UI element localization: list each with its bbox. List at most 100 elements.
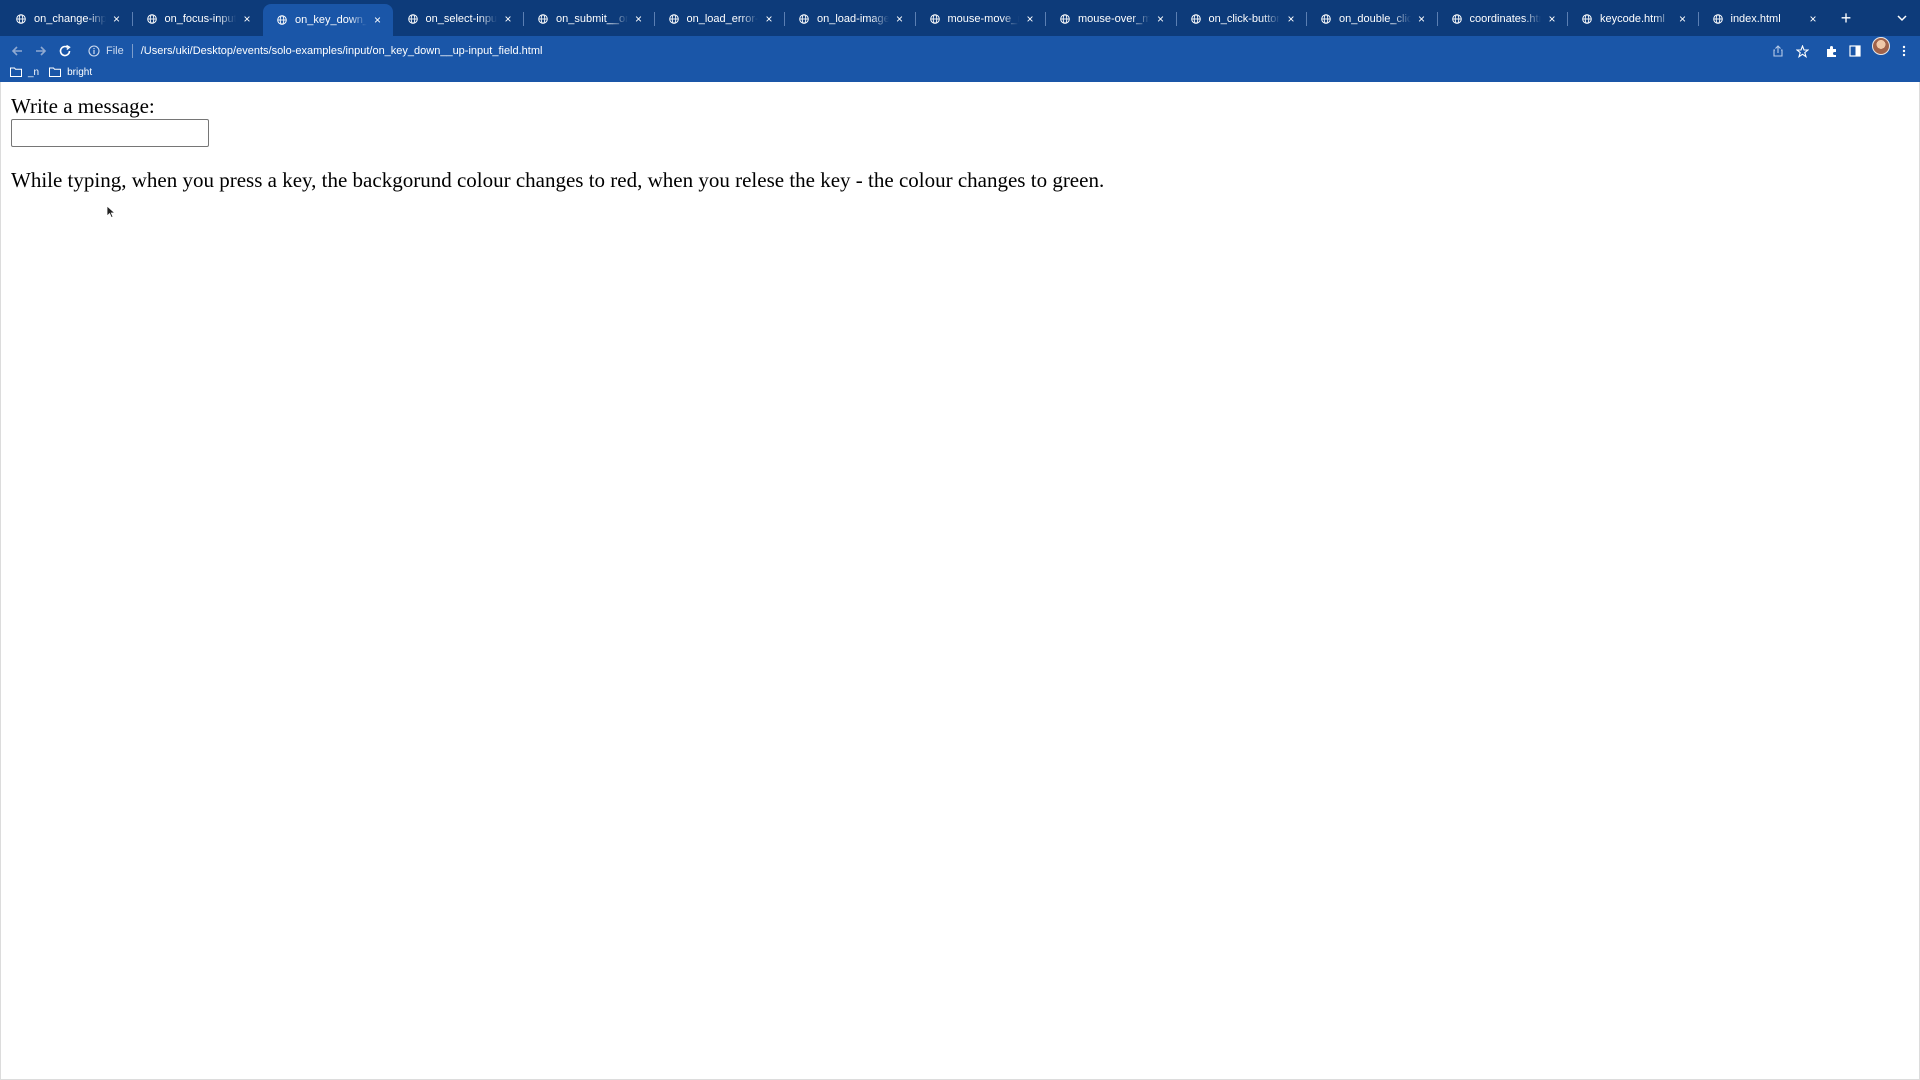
- tab-label: keycode.html: [1600, 13, 1665, 25]
- bookmark-star-button[interactable]: [1790, 38, 1814, 64]
- url-text[interactable]: /Users/uki/Desktop/events/solo-examples/…: [141, 45, 543, 57]
- tab-search-button[interactable]: [1892, 8, 1912, 28]
- close-tab-icon[interactable]: ×: [110, 12, 124, 26]
- close-tab-icon[interactable]: ×: [240, 12, 254, 26]
- tab-separator: [523, 12, 524, 26]
- browser-tab[interactable]: on_submit__on_reset.html ×: [524, 6, 654, 32]
- tab-label: on_double_click-button.html: [1339, 13, 1411, 25]
- tab-separator: [914, 12, 916, 26]
- reload-icon: [59, 44, 71, 57]
- globe-icon: [407, 14, 418, 24]
- back-arrow-icon: [11, 46, 22, 56]
- bookmarks-bar: _n bright: [0, 62, 1920, 82]
- globe-icon: [146, 14, 157, 24]
- globe-icon: [16, 14, 26, 24]
- share-icon: [1773, 45, 1783, 57]
- tab-label: mouse-over_mouse.html: [1078, 13, 1150, 25]
- tab-separator: [1697, 12, 1699, 26]
- browser-tab[interactable]: on_key_down__up-input_field.html ×: [263, 4, 393, 36]
- browser-tab[interactable]: index.html ×: [1699, 6, 1829, 32]
- back-button[interactable]: [4, 38, 30, 64]
- globe-icon: [1321, 14, 1331, 24]
- globe-icon: [1712, 14, 1723, 24]
- tab-separator: [1175, 12, 1177, 26]
- folder-icon: [49, 67, 62, 77]
- tab-label: on_select-input_field.html: [425, 13, 498, 25]
- info-icon[interactable]: [88, 44, 102, 58]
- page-viewport: Write a message: While typing, when you …: [0, 82, 1920, 1080]
- browser-tab[interactable]: on_load-image.html ×: [785, 6, 915, 32]
- browser-tab[interactable]: on_select-input_field.html×: [394, 6, 524, 32]
- tab-label: on_submit__on_reset.html: [556, 13, 628, 25]
- tab-label: on_focus-input_field.html: [164, 13, 237, 25]
- new-tab-button[interactable]: +: [1836, 8, 1856, 28]
- folder-icon: [10, 67, 22, 77]
- side-panel-icon: [1849, 45, 1861, 57]
- globe-icon: [799, 14, 809, 24]
- tab-separator: [131, 12, 133, 26]
- forward-button[interactable]: [28, 38, 54, 64]
- address-bar[interactable]: File /Users/uki/Desktop/events/solo-exam…: [82, 38, 1779, 64]
- close-tab-icon[interactable]: ×: [1415, 12, 1429, 26]
- browser-tab[interactable]: on_change-input_field.html ×: [2, 6, 132, 32]
- browser-tab[interactable]: mouse-over_mouse.html ×: [1046, 6, 1176, 32]
- tab-label: on_load_error-image.html: [686, 13, 759, 25]
- globe-icon: [1582, 14, 1592, 24]
- bookmark-folder-n[interactable]: _n: [10, 67, 39, 78]
- globe-icon: [1190, 14, 1201, 24]
- globe-icon: [668, 14, 679, 24]
- chevron-down-icon: [1897, 15, 1907, 22]
- menu-button[interactable]: [1892, 38, 1916, 64]
- message-label: Write a message:: [11, 94, 155, 118]
- extensions-button[interactable]: [1819, 38, 1843, 64]
- kebab-menu-icon: [1902, 45, 1906, 57]
- browser-tab[interactable]: on_focus-input_field.html×: [133, 6, 263, 32]
- browser-tab[interactable]: on_load_error-image.html×: [655, 6, 785, 32]
- close-tab-icon[interactable]: ×: [1284, 12, 1298, 26]
- message-input[interactable]: [11, 119, 209, 147]
- tab-label: index.html: [1730, 13, 1781, 25]
- close-tab-icon[interactable]: ×: [893, 12, 907, 26]
- tab-label: on_change-input_field.html: [34, 13, 106, 25]
- bookmark-label: _n: [28, 66, 40, 78]
- tab-separator: [1306, 12, 1307, 26]
- instructions-text: While typing, when you press a key, the …: [11, 168, 1105, 192]
- globe-icon: [277, 15, 287, 25]
- tab-separator: [1045, 12, 1046, 26]
- close-tab-icon[interactable]: ×: [1806, 12, 1820, 26]
- tab-label: mouse-move_mouse.html: [947, 13, 1020, 25]
- close-tab-icon[interactable]: ×: [501, 12, 515, 26]
- side-panel-button[interactable]: [1843, 38, 1867, 64]
- share-button[interactable]: [1766, 38, 1790, 64]
- forward-arrow-icon: [36, 46, 47, 56]
- tab-strip: on_change-input_field.html×on_focus-inpu…: [0, 0, 1920, 36]
- browser-tab[interactable]: on_double_click-button.html ×: [1307, 6, 1437, 32]
- globe-icon: [1451, 14, 1462, 24]
- star-icon: [1795, 44, 1809, 58]
- tab-separator: [784, 12, 785, 26]
- browser-tab[interactable]: mouse-move_mouse.html×: [916, 6, 1046, 32]
- browser-tab[interactable]: on_click-button.html×: [1177, 6, 1307, 32]
- globe-icon: [1060, 14, 1070, 24]
- globe-icon: [538, 14, 548, 24]
- omnibox-divider: [131, 44, 133, 58]
- bookmark-folder-bright[interactable]: bright: [49, 67, 92, 78]
- tab-separator: [1567, 12, 1568, 26]
- close-tab-icon[interactable]: ×: [1023, 12, 1037, 26]
- close-tab-icon[interactable]: ×: [632, 12, 646, 26]
- close-tab-icon[interactable]: ×: [1676, 12, 1690, 26]
- tab-separator: [653, 12, 655, 26]
- browser-tab[interactable]: keycode.html ×: [1568, 6, 1698, 32]
- tab-label: on_load-image.html: [817, 13, 889, 25]
- tab-label: on_click-button.html: [1208, 13, 1281, 25]
- close-tab-icon[interactable]: ×: [1545, 12, 1559, 26]
- tab-label: on_key_down__up-input_field.html: [295, 14, 367, 26]
- tab-label: coordinates.html: [1469, 13, 1542, 25]
- browser-tab[interactable]: coordinates.html×: [1438, 6, 1568, 32]
- reload-button[interactable]: [52, 38, 78, 64]
- profile-avatar[interactable]: [1872, 37, 1890, 55]
- close-tab-icon[interactable]: ×: [1154, 12, 1168, 26]
- close-tab-icon[interactable]: ×: [762, 12, 776, 26]
- url-scheme-label: File: [106, 45, 124, 57]
- close-tab-icon[interactable]: ×: [371, 13, 385, 27]
